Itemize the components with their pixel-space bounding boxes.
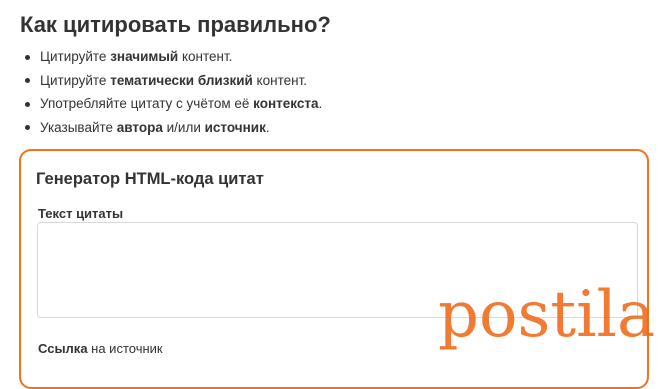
tip-run: . (318, 96, 323, 111)
tip-run: и/или (162, 119, 205, 135)
tip-run: Указывайте (40, 119, 117, 135)
tip-emphasis: источник (204, 119, 266, 135)
tip-item: Указывайте автора и/или источник. (25, 118, 322, 138)
tip-text: Цитируйте значимый контент. (40, 49, 232, 64)
tip-run: контент. (252, 72, 308, 88)
tip-run: Цитируйте (40, 72, 111, 88)
quote-text-label: Текст цитаты (38, 206, 124, 221)
tip-run: контент. (178, 49, 233, 64)
tip-item: Употребляйте цитату с учётом её контекст… (25, 94, 322, 114)
source-label-bold: Ссылка (38, 341, 88, 356)
page-heading: Как цитировать правильно? (20, 12, 331, 37)
tip-emphasis: контекста (253, 96, 319, 111)
bullet-dot (25, 101, 30, 107)
tip-run: . (265, 119, 270, 135)
source-label-rest: на источник (87, 341, 163, 356)
tip-text: Цитируйте тематически близкий контент. (40, 73, 307, 88)
tip-run: Употребляйте цитату с учётом её (40, 96, 254, 111)
tip-item: Цитируйте значимый контент. (25, 47, 322, 67)
tip-emphasis: тематически близкий (110, 72, 253, 88)
bullet-dot (25, 78, 30, 83)
generator-title: Генератор HTML-кода цитат (36, 170, 264, 188)
tip-run: Цитируйте (40, 49, 111, 64)
tip-emphasis: значимый (110, 49, 179, 64)
citation-tips-list: Цитируйте значимый контент. Цитируйте те… (25, 47, 322, 141)
tip-text: Указывайте автора и/или источник. (40, 120, 270, 135)
bullet-dot (25, 54, 30, 60)
bullet-dot (25, 125, 30, 130)
tip-item: Цитируйте тематически близкий контент. (25, 71, 322, 91)
tip-text: Употребляйте цитату с учётом её контекст… (40, 96, 322, 111)
quote-text-input[interactable] (37, 222, 638, 318)
tip-emphasis: автора (116, 119, 163, 135)
